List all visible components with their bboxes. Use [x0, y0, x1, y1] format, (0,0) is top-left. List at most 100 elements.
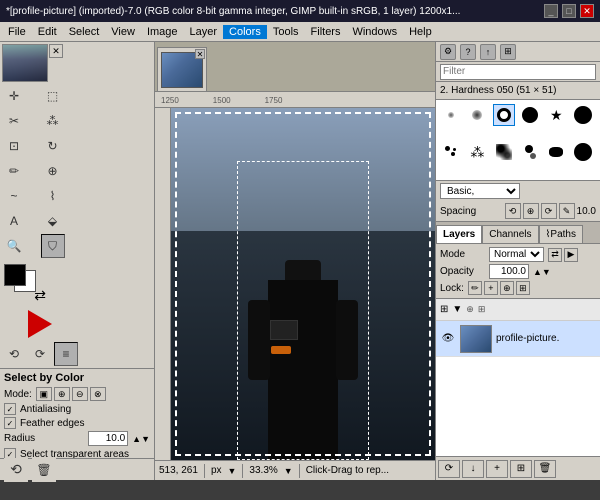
layer-mode-btn2[interactable]: ▶ — [564, 248, 578, 262]
right-panel: ⚙ ? ↑ ⊞ 2. Hardness 050 (51 × 51) ★ — [435, 42, 600, 480]
mode-btn1[interactable]: ▣ — [36, 387, 52, 401]
info-btn1[interactable]: ⚙ — [440, 44, 456, 60]
spacing-value[interactable]: 10.0 — [577, 206, 596, 217]
menu-help[interactable]: Help — [403, 25, 438, 39]
tool-smudge[interactable]: ~ — [2, 184, 26, 208]
transparent-checkbox[interactable] — [4, 448, 16, 458]
radius-value[interactable]: 10.0 — [88, 431, 128, 446]
info-btn3[interactable]: ↑ — [480, 44, 496, 60]
tab-channels[interactable]: Channels — [482, 225, 538, 243]
brush-scatter4[interactable] — [519, 141, 541, 163]
lock-position-btn[interactable]: ⊕ — [500, 281, 514, 295]
layer-opacity-value[interactable]: 100.0 — [489, 264, 529, 279]
tool-pencil[interactable]: ✏ — [2, 159, 26, 183]
mode-btn3[interactable]: ⊖ — [72, 387, 88, 401]
minimize-button[interactable]: _ — [544, 4, 558, 18]
unit-dropdown-arrow[interactable]: ▼ — [228, 466, 237, 476]
zoom-selector: ▼ — [284, 466, 293, 476]
zoom-dropdown-arrow[interactable]: ▼ — [284, 466, 293, 476]
brush-4[interactable] — [519, 104, 541, 126]
layer-visibility-toggle[interactable]: 👁 — [440, 331, 456, 347]
layer-item-1[interactable]: 👁 profile-picture. — [436, 321, 600, 357]
lock-all-btn[interactable]: ⊞ — [516, 281, 530, 295]
brush-preset-select[interactable]: Basic, — [440, 183, 520, 199]
layer-mode-select[interactable]: Normal Multiply Screen — [489, 247, 544, 262]
brush-blob2[interactable] — [572, 141, 594, 163]
layer-delete-btn[interactable]: 🗑 — [534, 460, 556, 478]
menu-select[interactable]: Select — [63, 25, 106, 39]
feather-checkbox[interactable] — [4, 417, 16, 429]
close-image-btn[interactable]: ✕ — [49, 44, 63, 58]
brush-blob1[interactable] — [545, 141, 567, 163]
brush-scatter1[interactable] — [440, 141, 462, 163]
action-delete[interactable]: 🗑 — [32, 458, 56, 482]
antialiasing-checkbox[interactable] — [4, 403, 16, 415]
tab-close-btn[interactable]: ✕ — [195, 49, 205, 59]
tool-extra3[interactable]: ≡ — [54, 342, 78, 366]
tool-eyedropper[interactable]: ⬙ — [41, 209, 65, 233]
layer-down-btn[interactable]: ↓ — [462, 460, 484, 478]
brush-ctrl-icon3[interactable]: ⟳ — [541, 203, 557, 219]
brush-scatter3[interactable] — [493, 141, 515, 163]
mode-btn4[interactable]: ⊗ — [90, 387, 106, 401]
tool-paths[interactable]: ⌇ — [41, 184, 65, 208]
brush-star[interactable]: ★ — [545, 104, 567, 126]
ruler-mark-1500: 1500 — [211, 96, 233, 105]
menu-image[interactable]: Image — [141, 25, 184, 39]
ruler-horizontal: 1250 1500 1750 — [155, 92, 435, 108]
tool-fuzzy[interactable]: ⁂ — [41, 109, 65, 133]
mode-btn2[interactable]: ⊕ — [54, 387, 70, 401]
layer-mode-btn1[interactable]: ⇄ — [548, 248, 562, 262]
main-container: ✕ ✛ ⬚ ✂ ⁂ ⊡ ↻ ✏ ⊕ ~ ⌇ A ⬙ 🔍 ⛉ — [0, 42, 600, 480]
swap-colors-icon[interactable]: ⇄ — [34, 287, 46, 304]
layer-add-btn[interactable]: + — [486, 460, 508, 478]
tool-extra2[interactable]: ⟳ — [28, 342, 52, 366]
lock-alpha-btn[interactable]: + — [484, 281, 498, 295]
menu-tools[interactable]: Tools — [267, 25, 305, 39]
tool-scissors[interactable]: ✂ — [2, 109, 26, 133]
menu-filters[interactable]: Filters — [305, 25, 347, 39]
menu-edit[interactable]: Edit — [32, 25, 63, 39]
brush-filter-input[interactable] — [440, 64, 596, 80]
brush-scatter2[interactable]: ⁂ — [466, 141, 488, 163]
tool-move[interactable]: ✛ — [2, 84, 26, 108]
brush-3[interactable] — [493, 104, 515, 126]
tool-extra1[interactable]: ⟲ — [2, 342, 26, 366]
menu-layer[interactable]: Layer — [184, 25, 224, 39]
foreground-color-swatch[interactable] — [4, 264, 26, 286]
opacity-spinner[interactable]: ▲▼ — [533, 267, 551, 277]
brush-ctrl-icon2[interactable]: ⊕ — [523, 203, 539, 219]
menu-windows[interactable]: Windows — [346, 25, 403, 39]
canvas-wrapper[interactable] — [171, 108, 435, 460]
brush-ctrl-icon4[interactable]: ✎ — [559, 203, 575, 219]
layer-list[interactable]: ⊞ ▼ ⊕ ⊞ 👁 profile-picture. — [436, 299, 600, 456]
tool-text[interactable]: A — [2, 209, 26, 233]
tab-layers[interactable]: Layers — [436, 225, 482, 243]
tool-select-rect[interactable]: ⬚ — [41, 84, 65, 108]
tool-crop[interactable]: ⊡ — [2, 134, 26, 158]
tab-paths[interactable]: ⌇Paths — [539, 225, 583, 243]
maximize-button[interactable]: □ — [562, 4, 576, 18]
brush-xl[interactable] — [572, 104, 594, 126]
radius-spinner[interactable]: ▲▼ — [132, 434, 150, 444]
brush-1[interactable] — [440, 104, 462, 126]
info-btn2[interactable]: ? — [460, 44, 476, 60]
action-reset[interactable]: ⟲ — [4, 458, 28, 482]
tool-clone[interactable]: ⊕ — [41, 159, 65, 183]
tool-zoom[interactable]: 🔍 — [2, 234, 26, 258]
menu-file[interactable]: File — [2, 25, 32, 39]
layer-merge-btn[interactable]: ⊞ — [510, 460, 532, 478]
info-btn4[interactable]: ⊞ — [500, 44, 516, 60]
menu-colors[interactable]: Colors — [223, 25, 267, 39]
opacity-ctrl-row: Opacity 100.0 ▲▼ — [440, 264, 596, 279]
tool-select-color[interactable]: ⛉ — [41, 234, 65, 258]
brush-search-bar — [436, 62, 600, 82]
tool-rotate[interactable]: ↻ — [41, 134, 65, 158]
image-tab-1[interactable]: ✕ — [157, 47, 207, 91]
close-button[interactable]: ✕ — [580, 4, 594, 18]
brush-2[interactable] — [466, 104, 488, 126]
brush-ctrl-icon1[interactable]: ⟲ — [505, 203, 521, 219]
lock-pixels-btn[interactable]: ✏ — [468, 281, 482, 295]
menu-view[interactable]: View — [105, 25, 141, 39]
layer-refresh-btn[interactable]: ⟳ — [438, 460, 460, 478]
